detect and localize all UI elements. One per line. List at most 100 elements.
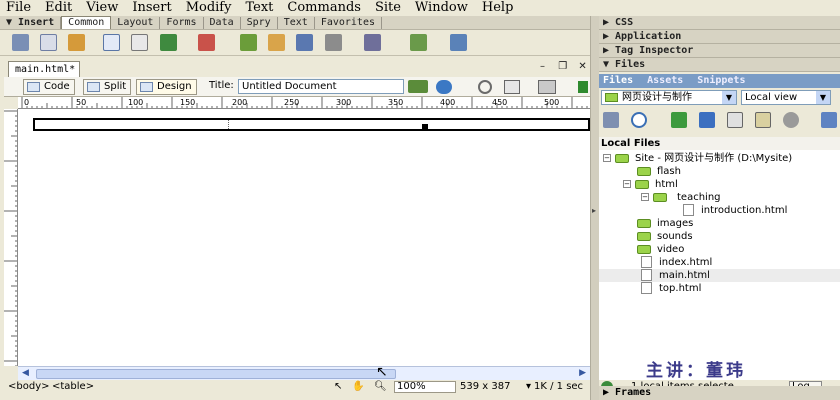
tree-folder-flash[interactable]: flash xyxy=(637,165,681,178)
panel-files[interactable]: ▼ Files xyxy=(599,58,840,72)
site-select[interactable]: 网页设计与制作 ▼ xyxy=(601,90,737,105)
validate-icon[interactable] xyxy=(578,81,588,93)
view-options-icon[interactable] xyxy=(504,80,520,94)
tree-folder-html[interactable]: − html xyxy=(623,178,678,191)
ruler-label: 450 xyxy=(492,98,507,107)
insert-tab-common[interactable]: Common xyxy=(61,16,112,29)
layout-table[interactable] xyxy=(33,118,590,131)
tree-file-index[interactable]: index.html xyxy=(641,256,712,269)
browser-preview-icon[interactable] xyxy=(436,80,452,94)
email-link-icon[interactable] xyxy=(40,34,57,51)
window-size[interactable]: 539 x 387 xyxy=(460,380,510,394)
tree-file-introduction[interactable]: introduction.html xyxy=(683,204,787,217)
tab-snippets[interactable]: Snippets xyxy=(693,75,749,86)
panel-divider[interactable]: ▸ xyxy=(590,16,599,400)
panel-frames[interactable]: ▶ Frames xyxy=(599,386,840,400)
check-in-icon[interactable] xyxy=(755,112,771,128)
pointer-tool-icon[interactable]: ↖ xyxy=(334,380,342,394)
head-icon[interactable] xyxy=(296,34,313,51)
collapse-icon[interactable]: − xyxy=(603,154,611,162)
menu-view[interactable]: View xyxy=(79,0,125,16)
check-out-icon[interactable] xyxy=(727,112,743,128)
tree-folder-video[interactable]: video xyxy=(637,243,684,256)
window-size-arrow-icon[interactable]: ▾ xyxy=(526,380,531,394)
document-title-input[interactable]: Untitled Document xyxy=(238,79,404,94)
named-anchor-icon[interactable] xyxy=(68,34,85,51)
media-icon[interactable] xyxy=(198,34,215,51)
minimize-icon[interactable]: – xyxy=(540,61,545,72)
menu-commands[interactable]: Commands xyxy=(280,0,368,16)
date-icon[interactable] xyxy=(240,34,257,51)
panel-css[interactable]: ▶ CSS xyxy=(599,16,840,30)
insert-tab-favorites[interactable]: Favorites xyxy=(315,16,382,29)
tree-folder-teaching[interactable]: − teaching xyxy=(641,191,721,204)
menu-help[interactable]: Help xyxy=(475,0,521,16)
code-view-icon xyxy=(27,82,40,92)
visual-aids-icon[interactable] xyxy=(538,80,556,94)
hyperlink-icon[interactable] xyxy=(12,34,29,51)
div-icon[interactable] xyxy=(131,34,148,51)
collapse-icon[interactable]: − xyxy=(641,193,649,201)
menu-edit[interactable]: Edit xyxy=(38,0,79,16)
menu-insert[interactable]: Insert xyxy=(125,0,178,16)
templates-icon[interactable] xyxy=(364,34,381,51)
menu-modify[interactable]: Modify xyxy=(179,0,239,16)
insert-tab-layout[interactable]: Layout xyxy=(111,16,161,29)
insert-tab-spry[interactable]: Spry xyxy=(241,16,278,29)
code-view-button[interactable]: Code xyxy=(23,79,75,95)
insert-tab-forms[interactable]: Forms xyxy=(160,16,204,29)
tab-assets[interactable]: Assets xyxy=(643,75,687,86)
zoom-tool-icon[interactable]: 🔍︎ xyxy=(374,380,387,394)
sidebar-toggle-icon[interactable] xyxy=(450,34,467,51)
tree-folder-images[interactable]: images xyxy=(637,217,693,230)
ruler-label: 200 xyxy=(232,98,247,107)
scrollbar-thumb[interactable] xyxy=(36,369,396,379)
collapse-panels-icon[interactable]: ▸ xyxy=(592,206,596,215)
connect-icon[interactable] xyxy=(603,112,619,128)
table-resize-handle[interactable] xyxy=(422,124,428,130)
synchronize-icon[interactable] xyxy=(783,112,799,128)
panel-tag-inspector[interactable]: ▶ Tag Inspector xyxy=(599,44,840,58)
tag-selector-body[interactable]: <body> xyxy=(8,380,50,394)
tree-file-top[interactable]: top.html xyxy=(641,282,701,295)
tag-chooser-icon[interactable] xyxy=(410,34,427,51)
horizontal-ruler: 050100150200250300350400450500550 xyxy=(18,97,590,109)
menu-text[interactable]: Text xyxy=(238,0,280,16)
zoom-select[interactable]: 100% xyxy=(394,381,456,393)
restore-icon[interactable]: ❐ xyxy=(558,61,567,72)
scroll-left-icon[interactable]: ◀ xyxy=(22,368,29,378)
refresh-icon[interactable] xyxy=(478,80,492,94)
hand-tool-icon[interactable]: ✋ xyxy=(352,380,364,394)
image-icon[interactable] xyxy=(160,34,177,51)
horizontal-scrollbar[interactable]: ◀ ▶ xyxy=(18,366,590,380)
view-select[interactable]: Local view ▼ xyxy=(741,90,831,105)
document-tab[interactable]: main.html* xyxy=(8,61,80,77)
file-management-icon[interactable] xyxy=(408,80,428,93)
close-icon[interactable]: ✕ xyxy=(578,61,586,72)
expand-panel-icon[interactable] xyxy=(821,112,837,128)
menu-file[interactable]: File xyxy=(0,0,38,16)
design-canvas[interactable] xyxy=(18,109,590,366)
table-icon[interactable] xyxy=(103,34,120,51)
menu-site[interactable]: Site xyxy=(368,0,408,16)
scroll-right-icon[interactable]: ▶ xyxy=(579,368,586,378)
insert-tab-data[interactable]: Data xyxy=(204,16,241,29)
refresh-icon[interactable] xyxy=(631,112,647,128)
comment-icon[interactable] xyxy=(268,34,285,51)
split-view-button[interactable]: Split xyxy=(83,79,132,95)
get-files-icon[interactable] xyxy=(671,112,687,128)
design-view-button[interactable]: Design xyxy=(136,79,197,95)
tag-selector-table[interactable]: <table> xyxy=(52,380,94,394)
tree-file-main[interactable]: main.html xyxy=(599,269,840,282)
insert-bar-title[interactable]: ▼ Insert xyxy=(0,16,62,29)
tree-folder-sounds[interactable]: sounds xyxy=(637,230,693,243)
put-files-icon[interactable] xyxy=(699,112,715,128)
script-icon[interactable] xyxy=(325,34,342,51)
insert-tab-text[interactable]: Text xyxy=(278,16,315,29)
panel-application[interactable]: ▶ Application xyxy=(599,30,840,44)
tab-files[interactable]: Files xyxy=(599,75,637,86)
menu-window[interactable]: Window xyxy=(408,0,475,16)
collapse-icon[interactable]: − xyxy=(623,180,631,188)
tree-site-root[interactable]: − Site - 网页设计与制作 (D:\Mysite) xyxy=(603,152,792,165)
ruler-label: 350 xyxy=(388,98,403,107)
